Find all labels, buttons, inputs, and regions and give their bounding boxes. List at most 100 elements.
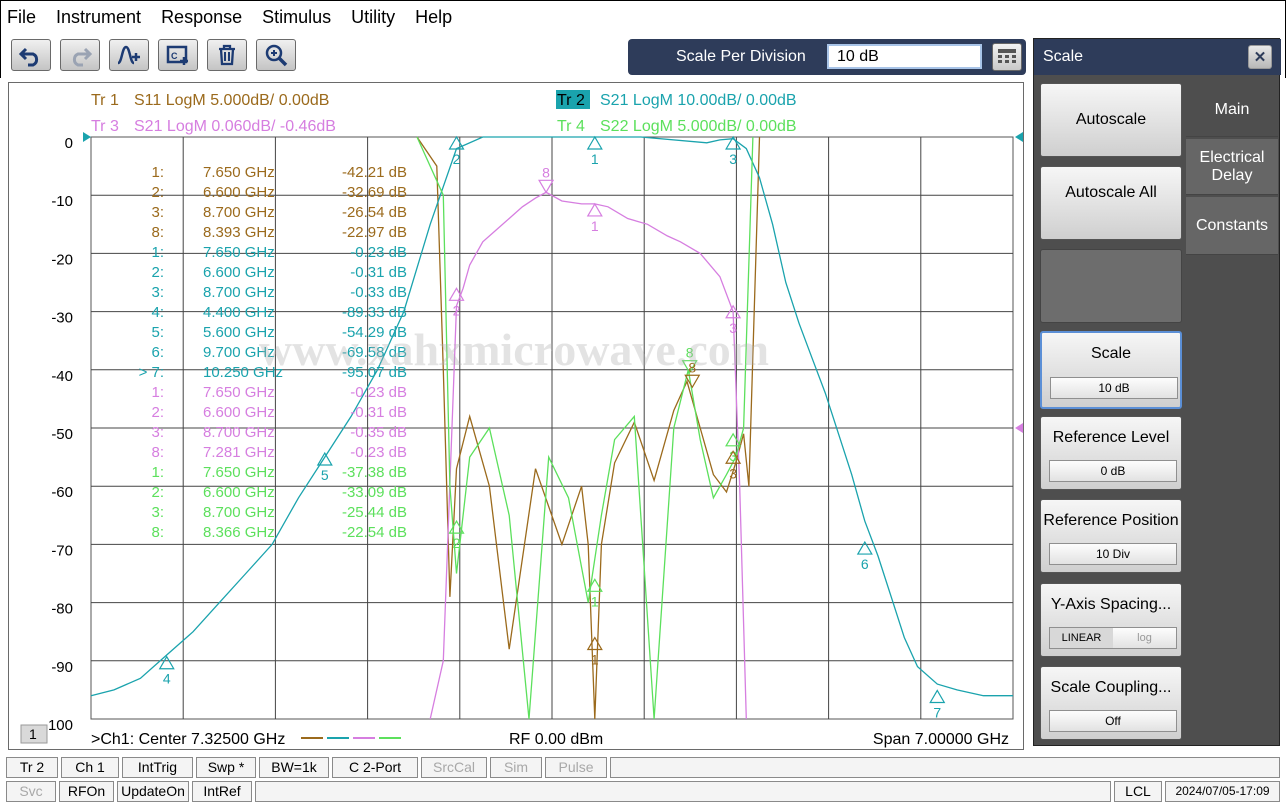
y-axis-spacing-toggle[interactable]: LINEAR log — [1049, 627, 1177, 649]
marker-row-frequency: 6.600 GHz — [203, 264, 275, 281]
marker-row-number: 8: — [151, 524, 164, 541]
y-tick-label: -60 — [51, 484, 73, 501]
marker-number: 3 — [729, 465, 737, 481]
marker-row-frequency: 7.650 GHz — [203, 244, 275, 261]
marker-row-frequency: 8.700 GHz — [203, 204, 275, 221]
menu-help[interactable]: Help — [415, 7, 452, 28]
scale-coupling-button[interactable]: Scale Coupling... Off — [1040, 666, 1182, 740]
keypad-button[interactable] — [992, 43, 1022, 71]
reference-position-label: Reference Position — [1043, 512, 1179, 529]
marker-row-frequency: 6.600 GHz — [203, 404, 275, 421]
menu-utility[interactable]: Utility — [351, 7, 395, 28]
scale-button[interactable]: Scale 10 dB — [1040, 331, 1182, 409]
status-int-ref[interactable]: IntRef — [192, 781, 252, 802]
marker-number: 1 — [591, 593, 599, 609]
y-axis-spacing-label: Y-Axis Spacing... — [1050, 596, 1172, 613]
marker-row-value: -89.33 dB — [342, 304, 407, 321]
status-trigger[interactable]: IntTrig — [122, 757, 193, 778]
tab-main[interactable]: Main — [1186, 83, 1278, 137]
marker-row-number: 8: — [151, 444, 164, 461]
reference-level-label: Reference Level — [1052, 429, 1170, 446]
status-rf-on[interactable]: RFOn — [59, 781, 114, 802]
marker-row-number: 2: — [151, 264, 164, 281]
channel-button[interactable]: C — [158, 39, 198, 71]
redo-button[interactable] — [60, 39, 100, 71]
menu-instrument[interactable]: Instrument — [56, 7, 141, 28]
marker-number: 5 — [321, 467, 329, 483]
menu-stimulus[interactable]: Stimulus — [262, 7, 331, 28]
marker-row-frequency: 6.600 GHz — [203, 184, 275, 201]
scale-per-division-input[interactable]: 10 dB — [827, 44, 982, 69]
zoom-button[interactable] — [256, 39, 296, 71]
marker-row-value: -0.31 dB — [350, 264, 407, 281]
status-datetime: 2024/07/05-17:09 — [1165, 781, 1280, 802]
delete-button[interactable] — [207, 39, 247, 71]
scale-value: 10 dB — [1050, 377, 1178, 399]
span-frequency: Span 7.00000 GHz — [873, 731, 1009, 748]
status-calibration[interactable]: C 2-Port — [332, 757, 418, 778]
marker-number: 4 — [163, 671, 171, 687]
undo-button[interactable] — [11, 39, 51, 71]
status-bar-top: Tr 2 Ch 1 IntTrig Swp * BW=1k C 2-Port S… — [0, 755, 1286, 779]
marker-number: 3 — [729, 151, 737, 167]
status-bandwidth[interactable]: BW=1k — [259, 757, 329, 778]
redo-icon — [72, 47, 93, 67]
center-frequency: >Ch1: Center 7.32500 GHz — [91, 731, 285, 748]
trace-3-tag: Tr 3 — [91, 118, 119, 135]
status-message-area — [610, 757, 1280, 778]
marker-number: 2 — [453, 151, 461, 167]
marker-number: 2 — [453, 535, 461, 551]
status-sweep[interactable]: Swp * — [196, 757, 256, 778]
status-spacer — [255, 781, 1111, 802]
tab-constants[interactable]: Constants — [1186, 197, 1278, 255]
reference-level-button[interactable]: Reference Level 0 dB — [1040, 416, 1182, 490]
log-option[interactable]: log — [1113, 628, 1176, 648]
marker-row-value: -0.23 dB — [350, 384, 407, 401]
trace-4-tag: Tr 4 — [557, 118, 585, 135]
y-tick-label: -70 — [51, 542, 73, 559]
marker-row-number: 3: — [151, 504, 164, 521]
plot-area[interactable]: 0 -10 -20 -30 -40 -50 -60 -70 -80 -90 -100 2134567… — [8, 82, 1024, 750]
marker-row-value: -22.54 dB — [342, 524, 407, 541]
reference-position-value: 10 Div — [1049, 543, 1177, 565]
marker-triangle — [586, 135, 603, 150]
add-trace-button[interactable] — [109, 39, 149, 71]
marker-row-number: 2: — [151, 404, 164, 421]
reference-position-button[interactable]: Reference Position 10 Div — [1040, 499, 1182, 573]
menu-response[interactable]: Response — [161, 7, 242, 28]
status-lcl[interactable]: LCL — [1114, 781, 1162, 802]
marker-number: 7 — [933, 704, 941, 720]
panel-close-button[interactable]: ✕ — [1248, 45, 1272, 69]
scale-coupling-value: Off — [1049, 710, 1177, 732]
status-pulse: Pulse — [545, 757, 607, 778]
autoscale-all-button[interactable]: Autoscale All — [1040, 166, 1182, 240]
undo-icon — [18, 47, 39, 67]
autoscale-label: Autoscale — [1075, 111, 1147, 128]
y-tick-label: 0 — [65, 135, 73, 152]
marker-row-frequency: 7.650 GHz — [203, 164, 275, 181]
empty-softkey — [1040, 249, 1182, 323]
marker-row-value: -42.21 dB — [342, 164, 407, 181]
marker-row-value: -0.23 dB — [350, 444, 407, 461]
autoscale-button[interactable]: Autoscale — [1040, 83, 1182, 157]
delete-icon — [219, 44, 235, 66]
marker-row-number: 3: — [151, 424, 164, 441]
menu-file[interactable]: File — [7, 7, 36, 28]
marker-row-value: -0.23 dB — [350, 244, 407, 261]
y-axis-spacing-button[interactable]: Y-Axis Spacing... LINEAR log — [1040, 583, 1182, 657]
linear-option[interactable]: LINEAR — [1050, 628, 1113, 648]
status-trace[interactable]: Tr 2 — [6, 757, 58, 778]
status-update-on[interactable]: UpdateOn — [117, 781, 189, 802]
status-channel[interactable]: Ch 1 — [61, 757, 119, 778]
marker-number: 1 — [591, 218, 599, 234]
reference-level-arrow-right — [1015, 132, 1023, 142]
trace-4-description: S22 LogM 5.000dB/ 0.00dB — [600, 118, 797, 135]
autoscale-all-label: Autoscale All — [1065, 184, 1157, 201]
trace-headers: Tr 1 S11 LogM 5.000dB/ 0.00dB Tr 2 S21 LogM… — [91, 90, 797, 135]
marker-row-value: -0.33 dB — [350, 284, 407, 301]
entry-toolbar: Scale Per Division 10 dB — [628, 39, 1026, 75]
svg-text:C: C — [171, 51, 178, 61]
status-bar-bottom: Svc RFOn UpdateOn IntRef LCL 2024/07/05-… — [0, 779, 1286, 803]
reference-level-arrow-left — [83, 132, 91, 142]
tab-electrical-delay[interactable]: Electrical Delay — [1186, 139, 1278, 195]
